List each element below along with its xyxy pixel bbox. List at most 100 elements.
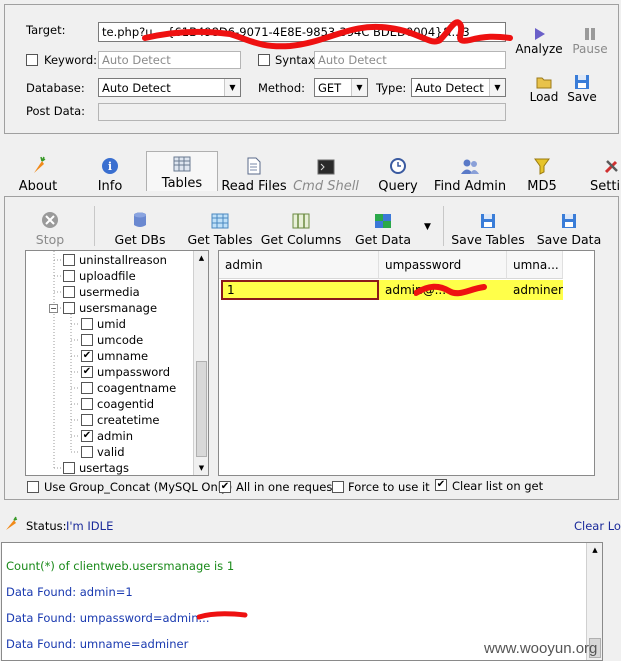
load-button[interactable]: Load (524, 74, 564, 104)
keyword-checkbox[interactable] (26, 54, 38, 66)
tree-scrollbar[interactable]: ▲ ▼ (193, 251, 208, 475)
stop-icon (42, 212, 58, 228)
group-concat-checkbox[interactable] (27, 481, 39, 493)
save-label: Save (567, 90, 597, 104)
clock-icon (390, 158, 406, 174)
tree-item-label: usermedia (79, 285, 140, 299)
postdata-label: Post Data: (26, 104, 86, 118)
scroll-up-icon[interactable]: ▲ (587, 543, 602, 557)
tree-checkbox[interactable] (81, 382, 93, 394)
clear-list-checkbox[interactable]: ✔ (435, 479, 447, 491)
tree-item-createtime[interactable]: createtime (81, 412, 160, 428)
get-data-button[interactable]: Get Data (353, 209, 413, 247)
scrollbar-thumb[interactable] (196, 361, 207, 457)
collapse-toggle[interactable]: − (49, 304, 58, 313)
tree-checkbox[interactable]: ✔ (81, 366, 93, 378)
type-select[interactable]: Auto Detect ▼ (411, 78, 506, 97)
md5-tool[interactable]: MD5 (524, 153, 560, 194)
get-dbs-button[interactable]: Get DBs (112, 209, 168, 247)
tree-checkbox[interactable] (81, 398, 93, 410)
tree-item-umname[interactable]: ✔ umname (81, 348, 148, 364)
keyword-input[interactable]: Auto Detect (98, 51, 241, 69)
clear-log-link[interactable]: Clear Log (574, 519, 621, 533)
tree-checkbox[interactable] (81, 446, 93, 458)
tree-item-admin[interactable]: ✔ admin (81, 428, 133, 444)
tree-item-usertags[interactable]: usertags (63, 460, 129, 475)
database-select[interactable]: Auto Detect ▼ (98, 78, 241, 97)
tree-item-usersmanage[interactable]: usersmanage (63, 300, 157, 316)
column-header-umname[interactable]: umna... (507, 251, 563, 279)
tree-item-label: umname (97, 349, 149, 363)
all-in-one-checkbox[interactable]: ✔ (219, 481, 231, 493)
floppy-icon (575, 75, 589, 89)
tree-item-usermedia[interactable]: usermedia (63, 284, 140, 300)
settings-tool[interactable]: Setti (590, 153, 621, 194)
analyze-label: Analyze (515, 42, 563, 56)
method-select[interactable]: GET ▼ (314, 78, 368, 97)
about-tool[interactable]: About (16, 153, 60, 194)
tree-item-umcode[interactable]: umcode (81, 332, 143, 348)
column-header-admin[interactable]: admin (219, 251, 379, 279)
tree-item-uploadfile[interactable]: uploadfile (63, 268, 136, 284)
get-columns-label: Get Columns (260, 232, 342, 247)
settings-tool-label: Setti (590, 179, 621, 194)
pause-label: Pause (572, 42, 608, 56)
carrot-icon (34, 156, 46, 173)
syntax-input[interactable]: Auto Detect (314, 51, 506, 69)
tree-checkbox[interactable] (81, 414, 93, 426)
analyze-button[interactable]: Analyze (514, 26, 564, 56)
group-concat-label: Use Group_Concat (MySQL Only) (44, 480, 233, 494)
svg-text:i: i (108, 160, 112, 173)
tree-checkbox[interactable] (63, 462, 75, 474)
tree-item-coagentid[interactable]: coagentid (81, 396, 154, 412)
about-tool-label: About (18, 179, 58, 194)
tree-item-label: createtime (97, 413, 160, 427)
get-columns-button[interactable]: Get Columns (261, 209, 341, 247)
target-label: Target: (26, 23, 66, 37)
tree-item-uninstallreason[interactable]: uninstallreason (63, 252, 167, 268)
grid-cell-umname[interactable]: adminer (507, 280, 563, 300)
db-tree[interactable]: − uninstallreason uploadfile usermedia u… (25, 250, 209, 476)
tree-checkbox[interactable]: ✔ (81, 430, 93, 442)
syntax-label: Syntax: (275, 53, 319, 67)
find-admin-tool[interactable]: Find Admin (434, 153, 506, 194)
tree-checkbox[interactable] (63, 270, 75, 282)
read-files-tool[interactable]: Read Files (221, 153, 287, 194)
folder-icon (536, 77, 552, 89)
get-tables-button[interactable]: Get Tables (186, 209, 254, 247)
carrot-icon (6, 516, 18, 530)
info-tool[interactable]: i Info (93, 153, 127, 194)
dropdown-arrow-icon[interactable]: ▼ (424, 222, 431, 232)
pause-button[interactable]: Pause (568, 26, 612, 56)
scroll-down-icon[interactable]: ▼ (194, 461, 208, 475)
floppy-icon (562, 214, 576, 228)
data-grid[interactable]: admin umpassword umna... 1 admin@... adm… (218, 250, 595, 476)
tree-checkbox[interactable] (81, 318, 93, 330)
save-data-button[interactable]: Save Data (536, 209, 602, 247)
tree-item-umid[interactable]: umid (81, 316, 126, 332)
tree-checkbox[interactable] (63, 254, 75, 266)
cmd-shell-tool[interactable]: Cmd Shell (293, 153, 359, 194)
database-icon (134, 212, 146, 227)
tree-checkbox[interactable] (63, 302, 75, 314)
syntax-checkbox[interactable] (258, 54, 270, 66)
tables-tool[interactable]: Tables (146, 151, 218, 191)
tree-checkbox[interactable]: ✔ (81, 350, 93, 362)
column-header-umpassword[interactable]: umpassword (379, 251, 507, 279)
save-button[interactable]: Save (564, 74, 600, 104)
tree-item-valid[interactable]: valid (81, 444, 125, 460)
stop-button[interactable]: Stop (30, 209, 70, 247)
grid-cell-admin[interactable]: 1 (221, 280, 379, 300)
grid-cell-umpassword[interactable]: admin@... (379, 280, 507, 300)
query-tool[interactable]: Query (378, 153, 418, 194)
tree-checkbox[interactable] (81, 334, 93, 346)
tree-item-umpassword[interactable]: ✔ umpassword (81, 364, 170, 380)
save-tables-button[interactable]: Save Tables (451, 209, 525, 247)
force-checkbox[interactable] (332, 481, 344, 493)
tree-item-coagentname[interactable]: coagentname (81, 380, 176, 396)
tree-checkbox[interactable] (63, 286, 75, 298)
postdata-input[interactable] (98, 103, 506, 121)
target-input[interactable]: te.php?u... {61B498D6-9071-4E8E-9853-394… (98, 22, 506, 42)
scroll-up-icon[interactable]: ▲ (194, 251, 208, 265)
method-label: Method: (258, 81, 306, 95)
